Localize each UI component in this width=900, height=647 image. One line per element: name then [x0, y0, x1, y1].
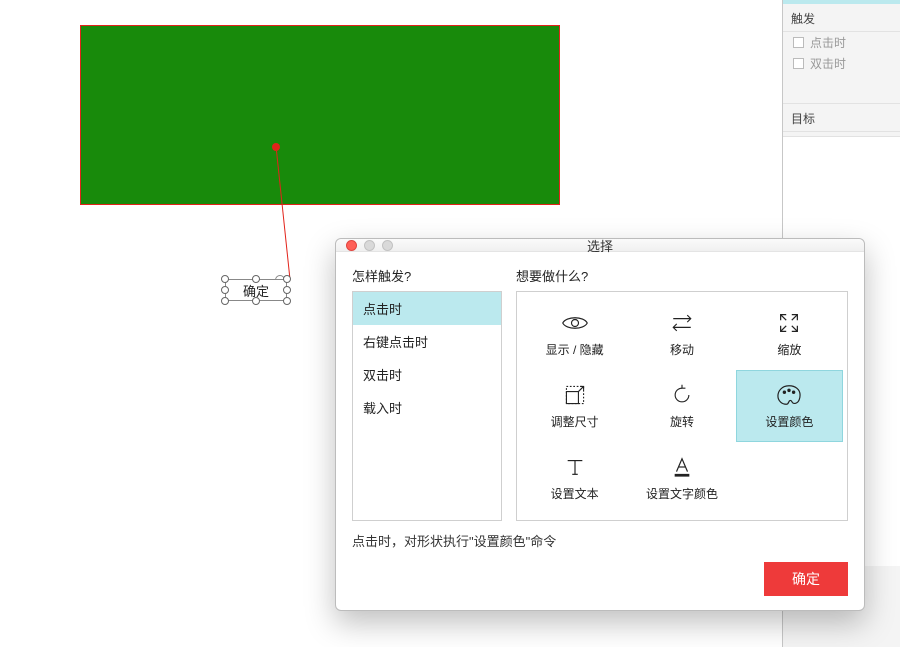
action-show-hide[interactable]: 显示 / 隐藏 [521, 298, 628, 370]
trigger-list: 点击时 右键点击时 双击时 载入时 [352, 291, 502, 521]
action-label: 设置文字颜色 [646, 485, 718, 502]
palette-icon [775, 383, 803, 407]
resize-handle-s[interactable] [252, 297, 260, 305]
trigger-item-dblclick[interactable]: 双击时 [353, 358, 501, 391]
checkbox-icon[interactable] [793, 58, 804, 69]
trigger-item-load[interactable]: 载入时 [353, 391, 501, 424]
action-label: 移动 [670, 341, 694, 358]
action-label: 显示 / 隐藏 [546, 341, 604, 358]
text-icon [561, 455, 589, 479]
dialog-footer: 确定 [336, 550, 864, 610]
resize-handle-se[interactable] [283, 297, 291, 305]
eye-icon [561, 311, 589, 335]
action-label: 设置颜色 [765, 413, 813, 430]
resize-icon [561, 383, 589, 407]
action-set-text-color[interactable]: 设置文字颜色 [628, 442, 735, 514]
inspector-target-title: 目标 [783, 104, 900, 132]
action-label: 缩放 [777, 341, 801, 358]
ok-button[interactable]: 确定 [764, 562, 848, 596]
inspector-trigger-title: 触发 [783, 4, 900, 32]
resize-handle-nw[interactable] [221, 275, 229, 283]
action-set-color[interactable]: 设置颜色 [736, 370, 843, 442]
action-grid: 显示 / 隐藏 移动 [516, 291, 848, 521]
action-move[interactable]: 移动 [628, 298, 735, 370]
trigger-question-label: 怎样触发? [352, 266, 502, 285]
action-label: 设置文本 [551, 485, 599, 502]
action-rotate[interactable]: 旋转 [628, 370, 735, 442]
action-label: 调整尺寸 [551, 413, 599, 430]
checkbox-icon[interactable] [793, 37, 804, 48]
action-label: 旋转 [670, 413, 694, 430]
inspector-trigger-dblclick-label: 双击时 [810, 55, 846, 72]
resize-handle-w[interactable] [221, 286, 229, 294]
zoom-window-icon[interactable] [382, 240, 393, 251]
action-resize[interactable]: 调整尺寸 [521, 370, 628, 442]
resize-handle-e[interactable] [283, 286, 291, 294]
action-dialog: 选择 怎样触发? 点击时 右键点击时 双击时 载入时 想要做什么? [335, 238, 865, 611]
resize-handle-sw[interactable] [221, 297, 229, 305]
selected-button-shape[interactable]: 确定 [225, 279, 287, 301]
action-summary-text: 点击时，对形状执行"设置颜色"命令 [336, 521, 864, 550]
inspector-trigger-click-row[interactable]: 点击时 [783, 32, 900, 53]
trigger-item-rightclick[interactable]: 右键点击时 [353, 325, 501, 358]
text-color-icon [668, 455, 696, 479]
scale-arrows-icon [775, 311, 803, 335]
resize-handle-n[interactable] [252, 275, 260, 283]
inspector-gap [783, 74, 900, 104]
minimize-window-icon[interactable] [364, 240, 375, 251]
connector-origin-dot [272, 143, 280, 151]
trigger-item-click[interactable]: 点击时 [353, 292, 501, 325]
action-set-text[interactable]: 设置文本 [521, 442, 628, 514]
inspector-trigger-dblclick-row[interactable]: 双击时 [783, 53, 900, 74]
inspector-trigger-click-label: 点击时 [810, 34, 846, 51]
move-arrows-icon [668, 311, 696, 335]
action-scale[interactable]: 缩放 [736, 298, 843, 370]
dialog-title: 选择 [336, 236, 864, 255]
close-window-icon[interactable] [346, 240, 357, 251]
window-controls [346, 240, 393, 251]
rotate-icon [668, 383, 696, 407]
action-question-label: 想要做什么? [516, 266, 848, 285]
resize-handle-ne[interactable] [283, 275, 291, 283]
green-rectangle-shape[interactable] [80, 25, 560, 205]
dialog-titlebar[interactable]: 选择 [336, 239, 864, 252]
